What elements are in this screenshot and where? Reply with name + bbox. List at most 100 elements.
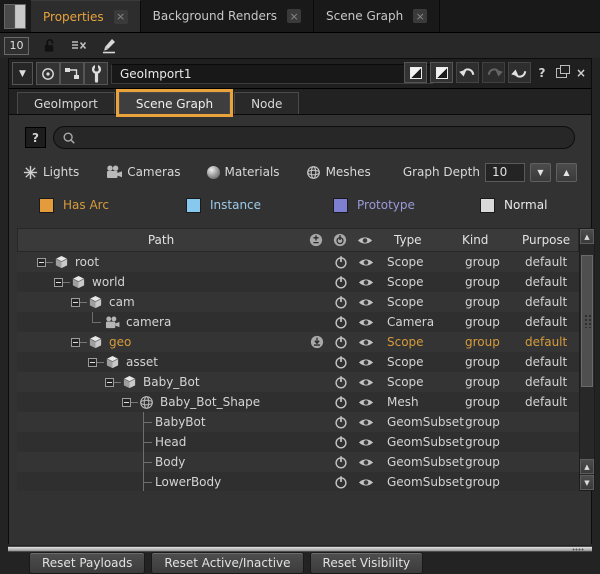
scroll-down-button[interactable]: ▼ — [580, 475, 594, 490]
table-row[interactable]: Body GeomSubset group — [17, 452, 579, 472]
close-panel-button[interactable]: × — [573, 66, 589, 80]
kind-cell: group — [455, 375, 515, 389]
table-row[interactable]: geo Scope group default — [17, 332, 579, 352]
chevron-up-icon[interactable]: ▲ — [556, 163, 577, 182]
path-column-header[interactable]: Path — [18, 233, 304, 247]
type-column-header[interactable]: Type — [378, 233, 454, 247]
expand-toggle[interactable] — [54, 278, 63, 287]
power-icon[interactable] — [334, 315, 348, 329]
table-row[interactable]: BabyBot GeomSubset group — [17, 412, 579, 432]
eye-icon[interactable] — [358, 357, 374, 368]
eye-icon[interactable] — [358, 317, 374, 328]
table-row[interactable]: root Scope group default — [17, 252, 579, 272]
color-swatch-icon[interactable] — [430, 62, 453, 83]
power-icon[interactable] — [334, 415, 348, 429]
table-row[interactable]: Baby_Bot_Shape Mesh group default — [17, 392, 579, 412]
power-icon[interactable] — [334, 375, 348, 389]
node-graph-icon[interactable] — [60, 62, 84, 85]
filter-cameras[interactable]: Cameras — [105, 165, 180, 179]
tab-properties[interactable]: Properties × — [31, 0, 141, 32]
float-window-icon[interactable] — [556, 68, 567, 78]
power-icon[interactable] — [334, 355, 348, 369]
collapse-panel-button[interactable]: ▼ — [12, 62, 33, 85]
eye-icon[interactable] — [358, 277, 374, 288]
reset-payloads-button[interactable]: Reset Payloads — [29, 552, 145, 574]
eye-icon[interactable] — [358, 257, 374, 268]
reset-visibility-button[interactable]: Reset Visibility — [310, 552, 424, 574]
graph-depth-input[interactable] — [485, 163, 525, 182]
payload-icon[interactable] — [310, 335, 324, 349]
search-help-button[interactable]: ? — [25, 127, 46, 148]
expand-toggle[interactable] — [122, 398, 131, 407]
clear-panels-icon[interactable] — [69, 36, 89, 56]
power-icon[interactable] — [334, 255, 348, 269]
expand-toggle[interactable] — [88, 358, 97, 367]
power-icon[interactable] — [334, 395, 348, 409]
tab-geoimport[interactable]: GeoImport — [17, 92, 115, 114]
power-icon[interactable] — [334, 295, 348, 309]
search-input[interactable] — [82, 131, 542, 145]
tab-scene-graph[interactable]: Scene Graph — [119, 92, 230, 114]
redo-icon[interactable] — [482, 62, 505, 83]
eye-icon[interactable] — [358, 417, 374, 428]
eye-icon[interactable] — [358, 397, 374, 408]
color-swatch-icon[interactable] — [404, 62, 427, 83]
close-icon[interactable]: × — [114, 10, 128, 24]
table-row[interactable]: camera Camera group default — [17, 312, 579, 332]
table-row[interactable]: LowerBody GeomSubset group — [17, 472, 579, 491]
payload-column-icon[interactable] — [304, 233, 328, 247]
panel-count-field[interactable]: 10 — [4, 37, 29, 55]
search-field[interactable] — [53, 126, 575, 149]
wrench-icon[interactable] — [84, 62, 108, 85]
expand-toggle[interactable] — [37, 258, 46, 267]
node-label: Baby_Bot_Shape — [160, 395, 260, 409]
close-icon[interactable]: × — [413, 9, 427, 23]
panel-layout-icon[interactable] — [4, 4, 26, 29]
scroll-thumb[interactable] — [581, 255, 593, 387]
eye-icon[interactable] — [358, 457, 374, 468]
filter-materials[interactable]: Materials — [207, 165, 280, 179]
eye-icon[interactable] — [358, 437, 374, 448]
visibility-column-icon[interactable] — [352, 235, 378, 246]
expand-toggle[interactable] — [71, 298, 80, 307]
tab-scene-graph-pane[interactable]: Scene Graph × — [314, 0, 440, 32]
power-icon[interactable] — [334, 435, 348, 449]
edit-pencil-icon[interactable] — [99, 36, 119, 56]
power-icon[interactable] — [334, 475, 348, 489]
table-row[interactable]: asset Scope group default — [17, 352, 579, 372]
chevron-down-icon[interactable]: ▼ — [530, 163, 551, 182]
splitter-handle[interactable] — [8, 546, 592, 552]
power-icon[interactable] — [334, 335, 348, 349]
close-icon[interactable]: × — [287, 9, 301, 23]
expand-toggle[interactable] — [105, 378, 114, 387]
table-row[interactable]: Head GeomSubset group — [17, 432, 579, 452]
reset-active-inactive-button[interactable]: Reset Active/Inactive — [151, 552, 303, 574]
help-button[interactable]: ? — [534, 66, 550, 80]
eye-icon[interactable] — [358, 477, 374, 488]
purpose-column-header[interactable]: Purpose — [514, 233, 578, 247]
center-node-icon[interactable] — [36, 62, 60, 85]
table-row[interactable]: Baby_Bot Scope group default — [17, 372, 579, 392]
revert-icon[interactable] — [508, 62, 531, 83]
filter-lights[interactable]: Lights — [23, 165, 79, 180]
scroll-up-button[interactable]: ▲ — [580, 459, 594, 474]
vertical-scrollbar[interactable]: ▲ ▲ ▼ — [579, 228, 595, 491]
power-icon[interactable] — [334, 455, 348, 469]
filter-meshes[interactable]: Meshes — [306, 165, 371, 180]
power-icon[interactable] — [334, 275, 348, 289]
eye-icon[interactable] — [358, 297, 374, 308]
node-name-field[interactable]: GeoImport1 — [111, 64, 433, 84]
eye-icon[interactable] — [358, 337, 374, 348]
tab-background-renders[interactable]: Background Renders × — [141, 0, 314, 32]
eye-icon[interactable] — [358, 377, 374, 388]
lock-open-icon[interactable] — [39, 36, 59, 56]
legend-label: Has Arc — [63, 198, 109, 212]
tab-node[interactable]: Node — [234, 92, 299, 114]
table-row[interactable]: cam Scope group default — [17, 292, 579, 312]
expand-toggle[interactable] — [71, 338, 80, 347]
active-column-icon[interactable] — [328, 233, 352, 247]
table-row[interactable]: world Scope group default — [17, 272, 579, 292]
kind-column-header[interactable]: Kind — [454, 233, 514, 247]
scroll-up-button[interactable]: ▲ — [580, 229, 594, 244]
undo-icon[interactable] — [456, 62, 479, 83]
